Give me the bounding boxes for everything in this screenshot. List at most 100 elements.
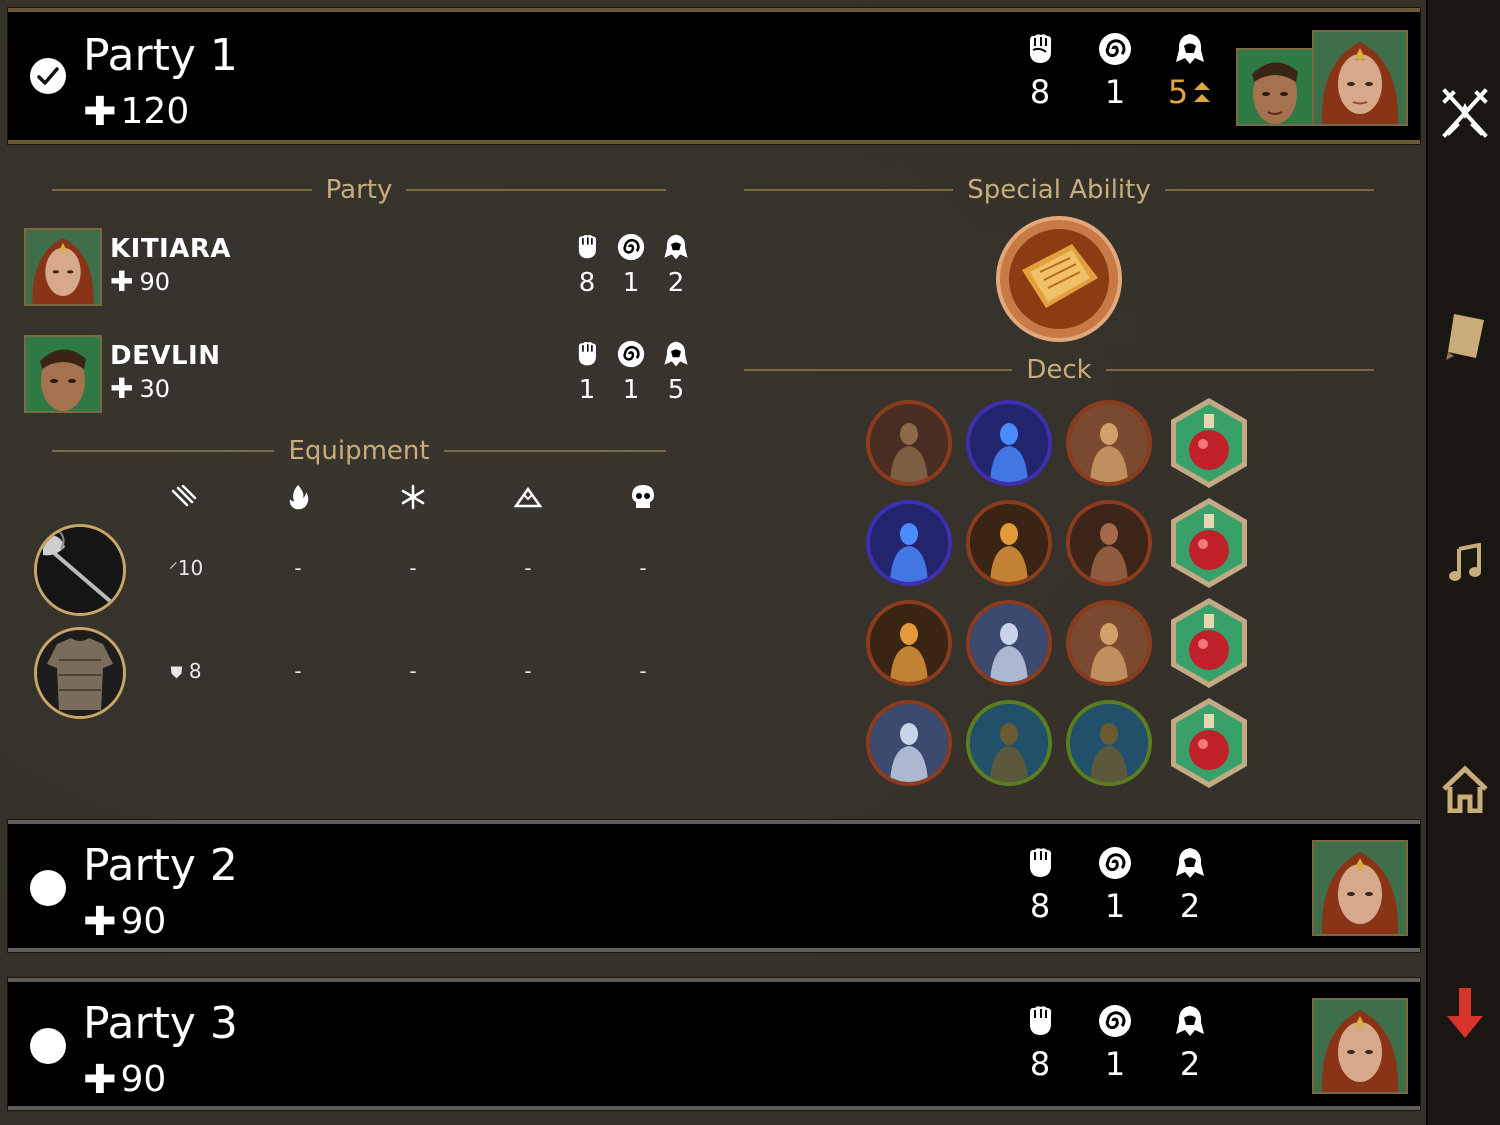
chainmail-earth: -	[524, 659, 532, 683]
deck-card-knight[interactable]	[866, 700, 952, 786]
deck-card-bow[interactable]	[966, 700, 1052, 786]
deck-card-warrior[interactable]	[866, 400, 952, 486]
party-2-magic-value: 1	[1104, 887, 1126, 925]
member-magic-value: 1	[622, 268, 640, 298]
journal-button[interactable]	[1428, 300, 1500, 374]
health-potion-card[interactable]	[1167, 696, 1251, 790]
party-2-health: ✚ 90	[83, 902, 166, 942]
party-1-stat-strength: 8	[1010, 30, 1070, 108]
book-icon	[1446, 314, 1484, 360]
party-1-stealth-value: 5	[1160, 76, 1220, 108]
deck-card-fire[interactable]	[866, 600, 952, 686]
party-2-stat-strength: 8	[1010, 844, 1070, 922]
hooded-figure-icon	[1176, 34, 1204, 64]
health-potion-card[interactable]	[1167, 496, 1251, 590]
chainmail-poison: -	[639, 659, 647, 683]
party-1-stat-stealth: 5	[1160, 30, 1220, 108]
chainmail-armor-value: 8	[188, 659, 202, 683]
member-stealth: 5	[656, 339, 696, 403]
health-potion-card[interactable]	[1167, 396, 1251, 490]
axe-earth: -	[524, 556, 532, 580]
home-icon	[1442, 765, 1488, 813]
party-1-header[interactable]: Party 1 ✚ 120 8 1 5	[8, 8, 1420, 144]
party-screen: Party 1 ✚ 120 8 1 5 Party Special Abilit…	[0, 0, 1426, 1125]
spiral-icon	[617, 233, 645, 261]
spiral-icon	[1099, 847, 1131, 879]
devlin-portrait	[1236, 48, 1314, 126]
party-2-header[interactable]: Party 2 ✚ 90 8 1 2	[8, 820, 1420, 952]
member-strength: 8	[567, 232, 607, 296]
axe-damage-value: 10	[177, 556, 204, 580]
member-name: KITIARA	[110, 234, 231, 264]
axe-frost: -	[409, 556, 417, 580]
music-note-icon	[1449, 543, 1481, 581]
party-1-radio[interactable]	[30, 58, 66, 94]
hooded-figure-icon	[1176, 848, 1204, 878]
fist-icon	[578, 341, 597, 366]
member-magic: 1	[611, 339, 651, 403]
axe-poison: -	[639, 556, 647, 580]
equipment-heading-text: Equipment	[288, 436, 430, 466]
deck-card-blue[interactable]	[966, 400, 1052, 486]
party-2-stealth-value: 2	[1179, 887, 1201, 925]
deck-card-warrior-gold[interactable]	[1066, 400, 1152, 486]
kitiara-member-portrait	[24, 228, 102, 306]
health-potion-card[interactable]	[1167, 596, 1251, 690]
chainmail-frost: -	[409, 659, 417, 683]
spiral-icon	[1099, 33, 1131, 65]
member-strength-value: 8	[578, 268, 596, 298]
home-button[interactable]	[1428, 752, 1500, 826]
party-3-name: Party 3	[83, 998, 238, 1049]
axe-equipment[interactable]	[34, 524, 126, 616]
hooded-figure-icon	[664, 234, 688, 260]
right-sidebar	[1426, 0, 1500, 1125]
fist-icon	[1030, 848, 1052, 877]
spiral-icon	[1099, 1005, 1131, 1037]
deck-card-knight[interactable]	[966, 600, 1052, 686]
deck-card-blue[interactable]	[866, 500, 952, 586]
checkmark-icon	[37, 67, 59, 85]
deck-card-warrior-gold[interactable]	[1066, 600, 1152, 686]
party-2-strength-value: 8	[1029, 887, 1051, 925]
member-health-value: 30	[139, 375, 171, 403]
deck-heading-text: Deck	[1026, 355, 1092, 385]
party-3-stat-strength: 8	[1010, 1002, 1070, 1080]
equipment-heading: Equipment	[52, 436, 667, 466]
down-arrow-icon	[1447, 988, 1483, 1038]
member-health-value: 90	[139, 268, 171, 296]
hooded-figure-icon	[1176, 1006, 1204, 1036]
chainmail-equipment[interactable]	[34, 627, 126, 719]
party-2-stat-magic: 1	[1085, 844, 1145, 922]
deck-card-bow[interactable]	[1066, 700, 1152, 786]
frost-icon	[393, 482, 433, 512]
party-3-stealth-value: 2	[1179, 1045, 1201, 1083]
party-3-portrait	[1312, 998, 1408, 1094]
mountain-icon	[508, 482, 548, 512]
special-ability-heading-text: Special Ability	[967, 175, 1151, 205]
health-plus-icon: ✚	[83, 899, 117, 945]
party-1-name: Party 1	[83, 30, 238, 81]
party-2-stat-stealth: 2	[1160, 844, 1220, 922]
party-3-radio[interactable]	[30, 1028, 66, 1064]
special-ability-heading: Special Ability	[744, 175, 1374, 205]
music-button[interactable]	[1428, 526, 1500, 600]
skull-icon	[623, 482, 663, 512]
party-1-strength-value: 8	[1029, 73, 1051, 111]
party-2-radio[interactable]	[30, 870, 66, 906]
scroll-down-button[interactable]	[1428, 976, 1500, 1050]
chainmail-armor: ⛊ 8	[146, 659, 226, 683]
fist-icon	[578, 234, 597, 259]
party-3-header[interactable]: Party 3 ✚ 90 8 1 2	[8, 978, 1420, 1110]
party-3-stat-stealth: 2	[1160, 1002, 1220, 1080]
spiral-icon	[617, 340, 645, 368]
devlin-member-portrait	[24, 335, 102, 413]
fire-icon	[278, 482, 318, 512]
party-1-health: ✚ 120	[83, 92, 189, 132]
special-ability-token[interactable]	[996, 216, 1122, 342]
deck-card-fire[interactable]	[966, 500, 1052, 586]
deck-card-beast[interactable]	[1066, 500, 1152, 586]
party-1-stat-magic: 1	[1085, 30, 1145, 108]
member-stealth: 2	[656, 232, 696, 296]
party-2-name: Party 2	[83, 840, 238, 891]
battle-button[interactable]	[1428, 76, 1500, 150]
